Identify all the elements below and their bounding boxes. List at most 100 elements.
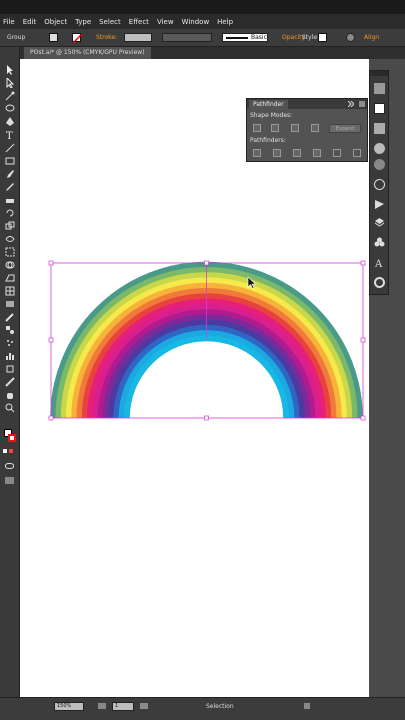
- collapse-icon[interactable]: [348, 101, 354, 107]
- none-mode-button[interactable]: [9, 449, 13, 453]
- selection-tool-icon[interactable]: [5, 65, 15, 75]
- symbol-sprayer-icon[interactable]: [5, 338, 15, 348]
- menu-object[interactable]: Object: [44, 18, 67, 26]
- lasso-icon[interactable]: [5, 104, 15, 114]
- shape-builder-icon[interactable]: [5, 260, 15, 270]
- fill-swatch[interactable]: [49, 33, 58, 42]
- pathfinder-tab[interactable]: Pathfinder: [249, 100, 288, 109]
- hand-icon[interactable]: [5, 390, 15, 400]
- menu-file[interactable]: File: [3, 18, 15, 26]
- svg-text:T: T: [6, 131, 13, 140]
- character-panel-icon[interactable]: A: [374, 257, 385, 270]
- rotate-icon[interactable]: [5, 208, 15, 218]
- variable-width-profile[interactable]: [162, 33, 212, 42]
- intersect-button[interactable]: [291, 124, 299, 132]
- perspective-icon[interactable]: [5, 273, 15, 283]
- next-artboard-button[interactable]: [140, 703, 148, 709]
- brush-label: Basic: [251, 34, 267, 41]
- pathfinder-panel-icon[interactable]: [374, 103, 385, 114]
- menu-window[interactable]: Window: [182, 18, 210, 26]
- menu-help[interactable]: Help: [217, 18, 233, 26]
- slice-icon[interactable]: [5, 377, 15, 387]
- type-icon[interactable]: T: [5, 130, 15, 140]
- bounding-box-handle[interactable]: [48, 260, 54, 266]
- bounding-box-handle[interactable]: [204, 415, 209, 421]
- stroke-color-box[interactable]: [8, 434, 16, 442]
- pen-icon[interactable]: [5, 117, 15, 127]
- graphic-styles-panel-icon[interactable]: [374, 159, 385, 170]
- blend-icon[interactable]: [5, 325, 15, 335]
- screen-mode-icon[interactable]: [5, 477, 14, 484]
- unite-button[interactable]: [253, 124, 261, 132]
- menu-type[interactable]: Type: [75, 18, 91, 26]
- first-artboard-button[interactable]: [98, 703, 106, 709]
- bounding-box-handle[interactable]: [360, 260, 366, 266]
- brush-definition[interactable]: Basic: [222, 33, 268, 42]
- layers-panel-icon[interactable]: [374, 217, 385, 228]
- current-tool-label: Selection: [206, 703, 234, 710]
- magic-wand-icon[interactable]: [5, 91, 15, 101]
- recolor-icon[interactable]: [346, 33, 355, 42]
- line-icon[interactable]: [5, 143, 15, 153]
- exclude-button[interactable]: [311, 124, 319, 132]
- document-tab-bar: POst.ai* @ 150% (CMYK/GPU Preview): [20, 47, 405, 59]
- selection-type-label: Group: [7, 34, 26, 41]
- pencil-icon[interactable]: [5, 182, 15, 192]
- brushes-panel-icon[interactable]: [374, 277, 385, 288]
- bounding-box-handle[interactable]: [48, 415, 54, 421]
- control-panel: Group Stroke: Basic Opacity Style: Align: [0, 29, 405, 47]
- outline-button[interactable]: [333, 149, 341, 157]
- pathfinder-header[interactable]: Pathfinder: [247, 99, 367, 109]
- bounding-box-handle[interactable]: [360, 337, 366, 343]
- stroke-weight-field[interactable]: [124, 33, 152, 42]
- stroke-label[interactable]: Stroke:: [96, 34, 117, 41]
- zoom-icon[interactable]: [5, 403, 15, 413]
- minus-front-button[interactable]: [271, 124, 279, 132]
- merge-button[interactable]: [293, 149, 301, 157]
- eraser-icon[interactable]: [5, 195, 15, 205]
- style-swatch[interactable]: [318, 33, 327, 42]
- panel-menu-icon[interactable]: [359, 101, 365, 107]
- menu-edit[interactable]: Edit: [23, 18, 37, 26]
- appearance-panel-icon[interactable]: [374, 143, 385, 154]
- pathfinders-label: Pathfinders:: [250, 137, 286, 144]
- trim-button[interactable]: [273, 149, 281, 157]
- menu-select[interactable]: Select: [99, 18, 121, 26]
- scale-icon[interactable]: [5, 221, 15, 231]
- width-icon[interactable]: [5, 234, 15, 244]
- mesh-icon[interactable]: [5, 286, 15, 296]
- draw-mode-icon[interactable]: [5, 463, 14, 469]
- transparency-panel-icon[interactable]: [374, 179, 385, 190]
- artboard-icon[interactable]: [5, 364, 15, 374]
- graph-icon[interactable]: [5, 351, 15, 361]
- eyedropper-icon[interactable]: [5, 312, 15, 322]
- stroke-swatch[interactable]: [72, 33, 83, 44]
- free-transform-icon[interactable]: [5, 247, 15, 257]
- zoom-field[interactable]: 150%: [54, 702, 84, 711]
- direct-selection-tool-icon[interactable]: [5, 78, 15, 88]
- paintbrush-icon[interactable]: [5, 169, 15, 179]
- align-label[interactable]: Align: [364, 34, 379, 41]
- menu-view[interactable]: View: [157, 18, 174, 26]
- bounding-box-handle[interactable]: [48, 337, 54, 343]
- bounding-box-handle[interactable]: [360, 415, 366, 421]
- symbols-panel-icon[interactable]: [374, 237, 385, 248]
- color-panel-icon[interactable]: [374, 83, 385, 94]
- minus-back-button[interactable]: [353, 149, 361, 157]
- menu-effect[interactable]: Effect: [129, 18, 149, 26]
- expand-button[interactable]: Expand: [329, 124, 361, 133]
- brush-stroke-preview: [226, 37, 248, 39]
- status-menu-button[interactable]: [304, 703, 310, 709]
- swatches-panel-icon[interactable]: [374, 123, 385, 134]
- artboard-number-field[interactable]: 1: [112, 702, 134, 711]
- color-mode-button[interactable]: [3, 449, 7, 453]
- crop-button[interactable]: [313, 149, 321, 157]
- stroke-panel-icon[interactable]: [374, 199, 385, 210]
- document-tab[interactable]: POst.ai* @ 150% (CMYK/GPU Preview): [24, 47, 151, 59]
- window-top-strip: [0, 0, 405, 14]
- gradient-icon[interactable]: [5, 299, 15, 309]
- divide-button[interactable]: [253, 149, 261, 157]
- rectangle-icon[interactable]: [5, 156, 15, 166]
- dock-grip[interactable]: [370, 71, 388, 76]
- bounding-box-handle[interactable]: [204, 260, 209, 266]
